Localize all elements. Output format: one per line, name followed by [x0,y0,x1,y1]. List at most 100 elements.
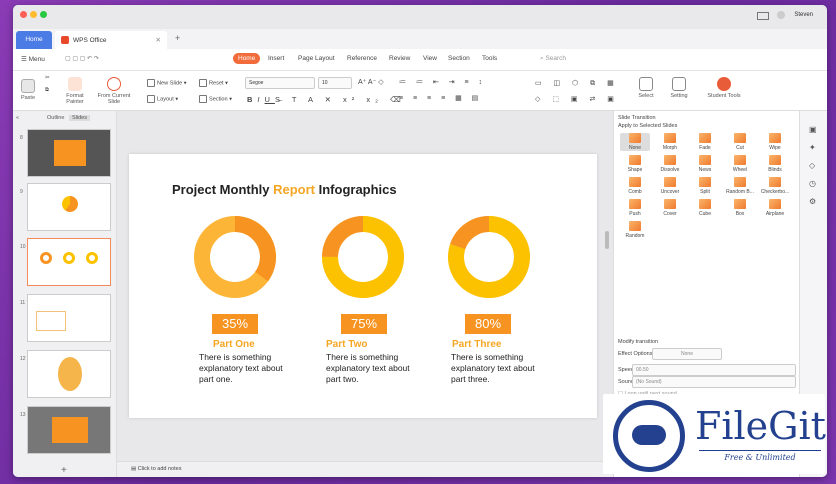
transition-item[interactable]: Checkerbo... [760,177,790,195]
slide-thumbnail-selected[interactable] [27,238,111,286]
slide-thumbnail[interactable] [27,406,111,454]
animation-icon[interactable]: ✦ [809,143,816,152]
transition-item[interactable]: Uncover [655,177,685,195]
current-slide[interactable]: Project Monthly Report Infographics 35% … [129,154,597,418]
slide-thumbnail[interactable] [27,129,111,177]
shape-icons[interactable]: ▭ ◫ ⬡ ⧉ ▦ [535,79,619,88]
transition-item[interactable]: Airplane [760,199,790,217]
tab-slides[interactable]: Slides [69,115,90,121]
panel-resize-handle[interactable] [605,231,609,249]
add-slide-button[interactable]: + [61,465,67,476]
shape-icon[interactable]: ◇ [809,161,815,170]
effect-options-select[interactable]: None [652,348,722,360]
tab-document[interactable]: WPS Office ✕ [55,31,167,49]
transition-item[interactable]: Morph [655,133,685,151]
font-grow-icons[interactable]: A⁺ A⁻ ◇ [358,78,384,86]
slide-thumbnail[interactable] [27,183,111,231]
sound-select[interactable]: (No Sound) [632,376,796,388]
menu-button[interactable]: ☰ Menu [21,55,45,63]
filegit-logo-icon [613,400,685,472]
tab-section[interactable]: Section [448,55,470,62]
thumb-shape [58,357,82,391]
transition-preview-icon [629,177,641,187]
transition-item[interactable]: Cube [690,199,720,217]
list-icons[interactable]: ≔ ≔ ⇤ ⇥ ≡ ↕ [399,78,486,86]
paste-button[interactable]: Paste [17,79,39,101]
user-name[interactable]: Steven [794,12,813,18]
collapse-panel-icon[interactable]: « [16,115,19,121]
text-format-icons[interactable]: BIUS̶ T A ✕ x² x₂ ⌫ [247,95,406,104]
student-tools-button[interactable]: Student Tools [701,77,747,99]
thumb-block [52,417,88,443]
notes-bar[interactable]: ▤ Click to add notes [117,461,613,477]
cloud-icon [632,425,666,445]
select-button[interactable]: Select [633,77,659,99]
cut-icon[interactable]: ✂ [45,75,50,81]
font-size-select[interactable]: 10 [318,77,352,89]
transition-item[interactable]: Comb [620,177,650,195]
minimize-dot[interactable] [30,11,37,18]
part-name[interactable]: Part One [213,339,255,350]
transition-item[interactable]: Cut [725,133,755,151]
close-tab-icon[interactable]: ✕ [156,36,161,44]
transition-label: Dissolve [660,167,680,173]
new-tab-icon[interactable]: + [175,33,180,43]
from-current-button[interactable]: From Current Slide [93,77,135,105]
quick-access-icons[interactable]: ▢ ▢ ▢ ↶ ↷ [65,55,99,62]
effect-options-label: Effect Options: [618,351,654,357]
font-select[interactable]: Segoe [245,77,315,89]
transition-item[interactable]: Split [690,177,720,195]
tab-reference[interactable]: Reference [347,55,377,62]
transition-item[interactable]: Shape [620,155,650,173]
layout-icon[interactable] [757,12,769,20]
transition-item[interactable]: Wipe [760,133,790,151]
transition-item[interactable]: Dissolve [655,155,685,173]
transition-item[interactable]: Blinds [760,155,790,173]
transition-item[interactable]: Wheel [725,155,755,173]
history-icon[interactable]: ◷ [809,179,816,188]
percent-badge[interactable]: 80% [465,314,511,334]
tab-outline[interactable]: Outline [47,115,64,121]
layout-button[interactable]: Layout ▾ [147,95,178,103]
arrange-icons[interactable]: ◇ ⬚ ▣ ⇄ ▣ [535,95,619,103]
transition-item[interactable]: Random B... [725,177,755,195]
part-description[interactable]: There is something explanatory text abou… [326,352,416,385]
transition-item[interactable]: None [620,133,650,151]
tab-insert[interactable]: Insert [268,55,284,62]
transition-item[interactable]: Fade [690,133,720,151]
tab-home[interactable]: Home [16,31,52,49]
slides-panel: « Outline Slides 8 9 10 11 12 13 + [13,111,117,477]
tab-home-menu[interactable]: Home [233,53,261,64]
transition-item[interactable]: Box [725,199,755,217]
transition-icon[interactable]: ▣ [809,125,817,134]
tab-review[interactable]: Review [389,55,410,62]
section-button[interactable]: Section ▾ [199,95,232,103]
slide-thumbnail[interactable] [27,294,111,342]
transition-item[interactable]: Push [620,199,650,217]
transition-item[interactable]: News [690,155,720,173]
part-description[interactable]: There is something explanatory text abou… [199,352,289,385]
maximize-dot[interactable] [40,11,47,18]
copy-icon[interactable]: ⧉ [45,87,49,94]
part-name[interactable]: Part Three [452,339,501,350]
speed-input[interactable]: 00.50 [632,364,796,376]
close-dot[interactable] [20,11,27,18]
tab-tools[interactable]: Tools [482,55,497,62]
part-description[interactable]: There is something explanatory text abou… [451,352,541,385]
slide-thumbnail[interactable] [27,350,111,398]
percent-badge[interactable]: 35% [212,314,258,334]
format-painter-button[interactable]: Format Painter [61,77,89,105]
tab-view[interactable]: View [423,55,437,62]
tab-page-layout[interactable]: Page Layout [298,55,335,62]
reset-button[interactable]: Reset ▾ [199,79,228,87]
search-box[interactable]: ⌕ Search [540,55,566,63]
setting-button[interactable]: Setting [665,77,693,99]
percent-badge[interactable]: 75% [341,314,387,334]
part-name[interactable]: Part Two [326,339,367,350]
settings-icon[interactable]: ⚙ [809,197,816,206]
transition-item[interactable]: Cover [655,199,685,217]
new-slide-button[interactable]: New Slide ▾ [147,79,187,87]
avatar[interactable] [777,11,785,19]
align-icons[interactable]: ≡ ≡ ≡ ≡ ▦ ▤ [399,94,482,102]
transition-item[interactable]: Random [620,221,650,239]
